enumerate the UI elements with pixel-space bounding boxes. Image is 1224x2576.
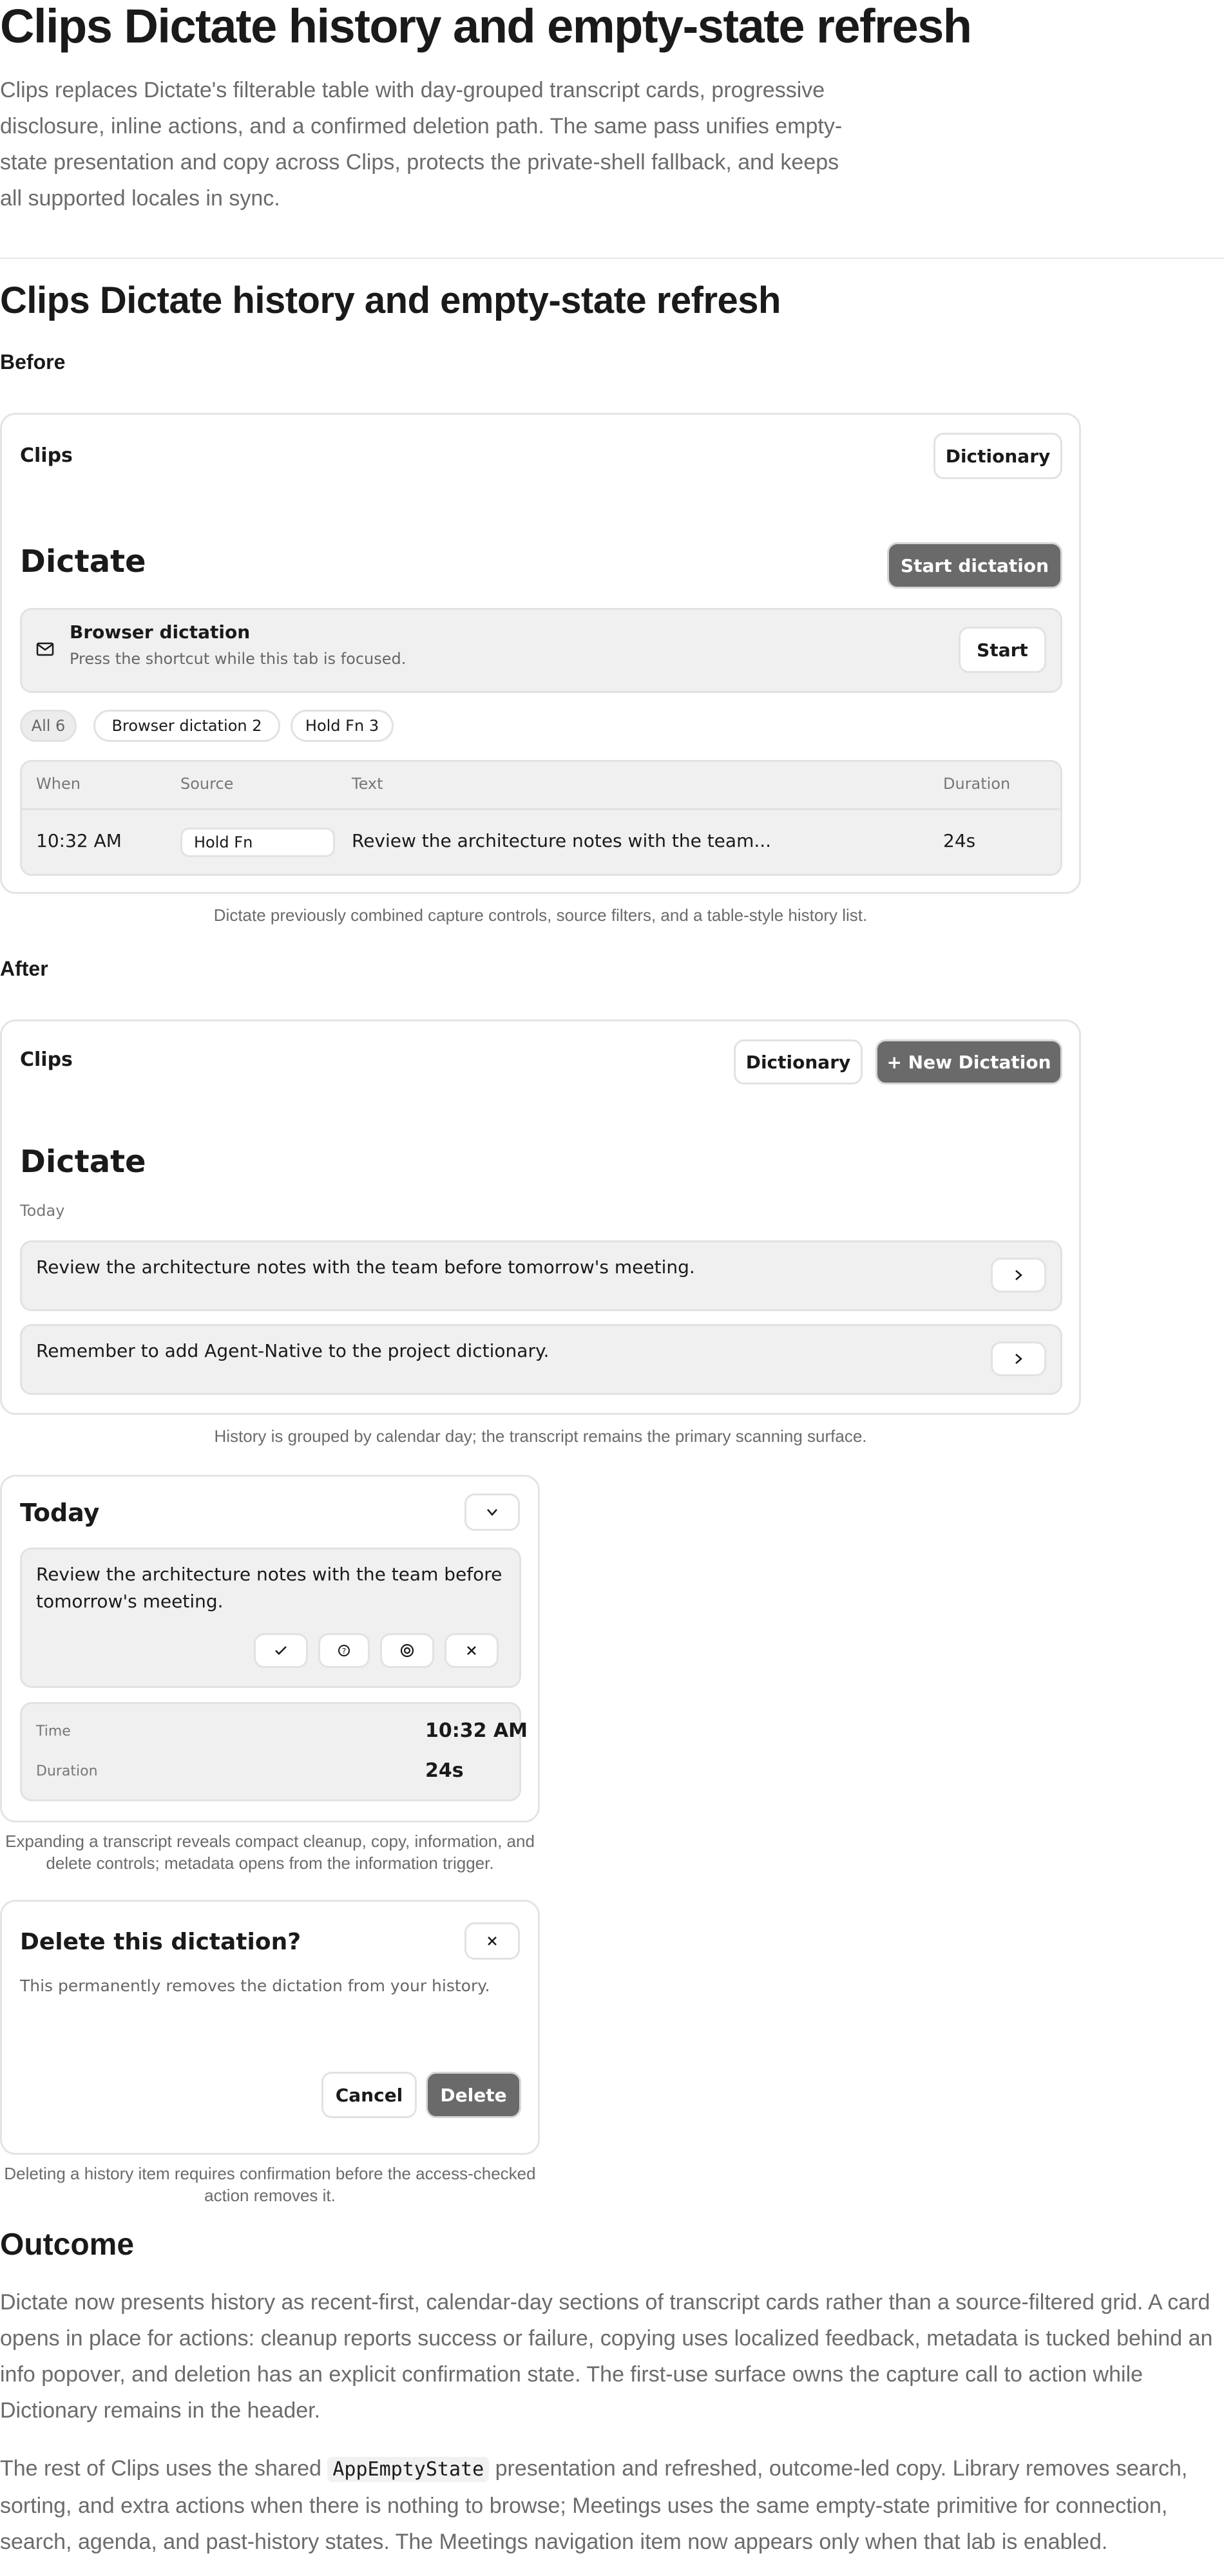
page-lede: Clips replaces Dictate's filterable tabl… xyxy=(0,78,843,211)
delete-dialog: Delete this dictation? This permanently … xyxy=(0,1900,540,2155)
mail-icon xyxy=(36,642,54,656)
delete-button[interactable]: Delete xyxy=(426,2072,521,2118)
svg-text:?: ? xyxy=(342,1647,346,1656)
info-icon[interactable]: ? xyxy=(318,1633,370,1668)
check-icon[interactable] xyxy=(254,1633,308,1668)
row-source-badge: Hold Fn xyxy=(180,828,335,857)
close-icon[interactable] xyxy=(464,1922,520,1960)
section-title: Clips Dictate history and empty-state re… xyxy=(0,279,781,321)
dictate-heading: Dictate xyxy=(20,1144,146,1180)
dialog-title: Delete this dictation? xyxy=(20,1929,301,1955)
col-duration: Duration xyxy=(943,775,1011,793)
row-when: 10:32 AM xyxy=(36,830,122,851)
meta-duration-key: Duration xyxy=(36,1763,98,1779)
page-title: Clips Dictate history and empty-state re… xyxy=(0,0,972,53)
copy-icon[interactable] xyxy=(380,1633,434,1668)
table-divider xyxy=(22,808,1060,810)
chevron-right-icon[interactable] xyxy=(991,1258,1046,1293)
start-dictation-button[interactable]: Start dictation xyxy=(887,542,1062,589)
transcript-text: Review the architecture notes with the t… xyxy=(36,1564,502,1612)
meta-duration-value: 24s xyxy=(425,1759,464,1782)
row-duration: 24s xyxy=(943,830,976,851)
banner-title: Browser dictation xyxy=(70,621,251,643)
outcome-paragraph-2: The rest of Clips uses the shared AppEmp… xyxy=(0,2450,1214,2560)
expanded-transcript-card: Review the architecture notes with the t… xyxy=(20,1548,521,1688)
col-when: When xyxy=(36,775,81,793)
before-mockup: Clips Dictionary Dictate Start dictation… xyxy=(0,413,1081,894)
dictionary-button[interactable]: Dictionary xyxy=(933,433,1062,479)
day-title: Today xyxy=(20,1499,100,1527)
close-icon[interactable] xyxy=(445,1633,499,1668)
dialog-body: This permanently removes the dictation f… xyxy=(20,1976,490,1995)
transcript-text: Review the architecture notes with the t… xyxy=(36,1256,695,1278)
new-dictation-button[interactable]: + New Dictation xyxy=(875,1039,1062,1084)
transcript-card[interactable]: Remember to add Agent-Native to the proj… xyxy=(20,1324,1062,1395)
filter-chip-holdfn[interactable]: Hold Fn 3 xyxy=(291,710,394,742)
transcript-card[interactable]: Review the architecture notes with the t… xyxy=(20,1240,1062,1311)
meta-time-value: 10:32 AM xyxy=(425,1719,528,1742)
chevron-right-icon[interactable] xyxy=(991,1341,1046,1376)
browser-dictation-banner: Browser dictation Press the shortcut whi… xyxy=(20,608,1062,693)
col-text: Text xyxy=(352,775,383,793)
cancel-button[interactable]: Cancel xyxy=(321,2072,417,2118)
day-group-label: Today xyxy=(20,1202,65,1220)
row-text: Review the architecture notes with the t… xyxy=(352,830,772,851)
after-mockup: Clips Dictionary + New Dictation Dictate… xyxy=(0,1019,1081,1415)
after-caption: History is grouped by calendar day; the … xyxy=(214,1426,867,1446)
expanded-caption: Expanding a transcript reveals compact c… xyxy=(5,1832,535,1873)
metadata-panel: Time 10:32 AM Duration 24s xyxy=(20,1702,528,1801)
before-caption: Dictate previously combined capture cont… xyxy=(213,905,868,925)
app-name: Clips xyxy=(20,444,73,467)
before-label: Before xyxy=(0,350,66,374)
outcome-paragraph-1: Dictate now presents history as recent-f… xyxy=(0,2290,1213,2423)
chevron-down-icon[interactable] xyxy=(464,1493,520,1531)
code-app-empty-state: AppEmptyState xyxy=(327,2457,490,2482)
after-label: After xyxy=(0,957,48,980)
expanded-card-mockup: Today Review the architecture notes with… xyxy=(0,1475,540,1823)
dictionary-button[interactable]: Dictionary xyxy=(734,1039,863,1084)
dictate-heading: Dictate xyxy=(20,544,146,580)
delete-caption: Deleting a history item requires confirm… xyxy=(4,2164,536,2205)
transcript-text: Remember to add Agent-Native to the proj… xyxy=(36,1340,550,1361)
app-name: Clips xyxy=(20,1048,73,1071)
banner-start-button[interactable]: Start xyxy=(959,627,1046,673)
divider xyxy=(0,258,1224,259)
meta-time-key: Time xyxy=(36,1723,71,1739)
outcome-p2-lead: The rest of Clips uses the shared xyxy=(0,2456,328,2481)
banner-subtitle: Press the shortcut while this tab is foc… xyxy=(70,650,406,668)
history-table: When Source Text Duration 10:32 AM Hold … xyxy=(20,760,1062,876)
outcome-title: Outcome xyxy=(0,2228,135,2262)
filter-chip-all[interactable]: All 6 xyxy=(20,710,77,742)
filter-chip-browser[interactable]: Browser dictation 2 xyxy=(93,710,280,742)
col-source: Source xyxy=(180,775,234,793)
